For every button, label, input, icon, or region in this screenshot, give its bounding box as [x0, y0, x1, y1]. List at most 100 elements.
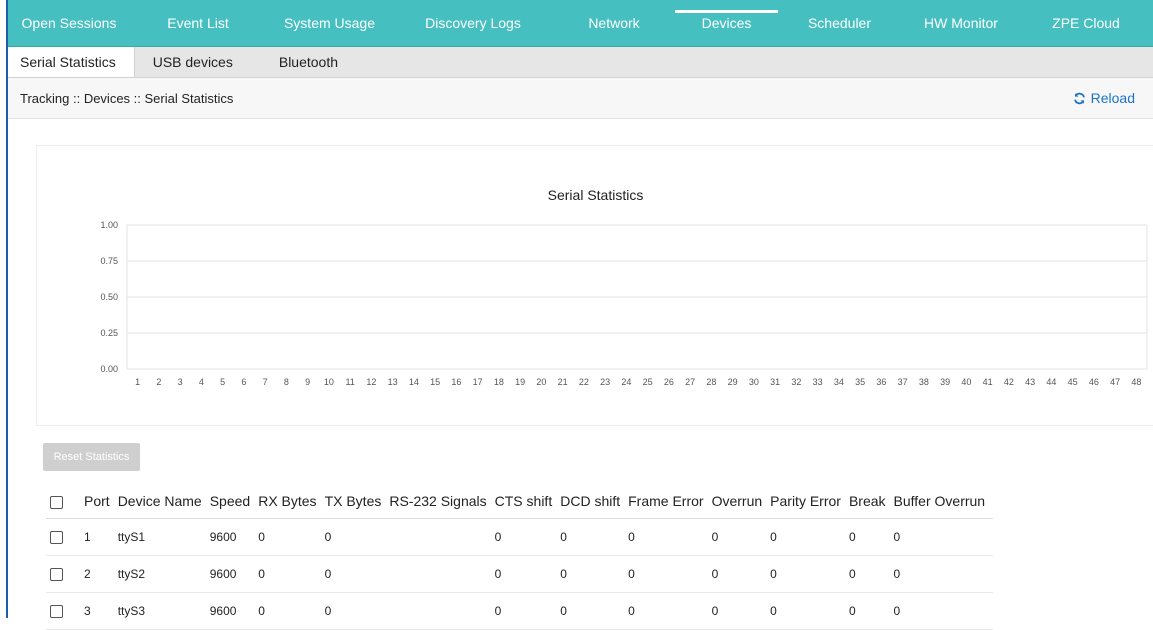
refresh-icon: [1073, 92, 1085, 104]
x-tick-label: 10: [324, 377, 334, 387]
x-tick-label: 18: [494, 377, 504, 387]
nav-tab-scheduler[interactable]: Scheduler: [778, 0, 901, 46]
table-cell: 0: [628, 592, 712, 630]
x-tick-label: 2: [156, 377, 161, 387]
reload-label: Reload: [1090, 90, 1135, 106]
select-all-checkbox[interactable]: [50, 495, 63, 509]
nav-tab-event-list[interactable]: Event List: [130, 0, 266, 46]
table-cell: 9600: [209, 555, 259, 593]
row-checkbox[interactable]: [50, 605, 63, 619]
x-tick-label: 5: [220, 377, 225, 387]
nav-tab-discovery-logs[interactable]: Discovery Logs: [393, 0, 553, 46]
column-header[interactable]: Buffer Overrun: [893, 484, 994, 519]
column-header[interactable]: Break: [848, 484, 894, 519]
nav-tab-system-usage[interactable]: System Usage: [266, 0, 393, 46]
x-tick-label: 27: [685, 377, 695, 387]
row-checkbox[interactable]: [50, 531, 63, 545]
table-cell: ttyS3: [117, 592, 210, 630]
table-cell: 0: [628, 555, 712, 593]
serial-stats-table: Port Device Name Speed RX Bytes TX Bytes RS-2…: [46, 484, 994, 630]
column-header[interactable]: DCD shift: [560, 484, 629, 519]
nav-tab-network[interactable]: Network: [553, 0, 675, 46]
x-tick-label: 40: [961, 377, 971, 387]
x-tick-label: 16: [451, 377, 461, 387]
column-header[interactable]: RS-232 Signals: [389, 484, 495, 519]
table-cell: 0: [258, 555, 325, 593]
x-tick-label: 33: [813, 377, 823, 387]
row-checkbox-cell: [46, 518, 84, 556]
table-cell: 0: [494, 555, 561, 593]
x-tick-label: 20: [536, 377, 546, 387]
x-tick-label: 13: [388, 377, 398, 387]
table-cell: 0: [711, 555, 771, 593]
column-header[interactable]: Frame Error: [628, 484, 712, 519]
table-cell: 0: [893, 592, 994, 630]
table-cell: 0: [770, 518, 849, 556]
x-tick-label: 3: [178, 377, 183, 387]
column-header[interactable]: Port: [84, 484, 118, 519]
nav-tab-open-sessions[interactable]: Open Sessions: [8, 0, 130, 46]
table-row[interactable]: 1 ttyS1 9600 0 0 0 0 0 0 0 0 0: [46, 518, 994, 556]
table-row[interactable]: 2 ttyS2 9600 0 0 0 0 0 0 0 0 0: [46, 555, 994, 593]
subtab-usb-devices[interactable]: USB devices: [135, 47, 261, 77]
subtab-serial-statistics[interactable]: Serial Statistics: [8, 47, 135, 77]
y-tick-label: 0.25: [100, 328, 118, 338]
x-tick-label: 35: [855, 377, 865, 387]
column-header[interactable]: CTS shift: [494, 484, 561, 519]
table-cell: 0: [560, 555, 629, 593]
row-checkbox-cell: [46, 592, 84, 630]
breadcrumb-bar: Tracking :: Devices :: Serial Statistics…: [8, 78, 1153, 119]
top-navigation: Open Sessions Event List System Usage Di…: [8, 0, 1153, 47]
x-tick-label: 30: [749, 377, 759, 387]
x-tick-label: 7: [263, 377, 268, 387]
x-tick-label: 28: [706, 377, 716, 387]
x-tick-label: 43: [1025, 377, 1035, 387]
table-cell: 0: [770, 555, 849, 593]
x-tick-label: 31: [770, 377, 780, 387]
x-tick-label: 23: [600, 377, 610, 387]
table-cell: 9600: [209, 592, 259, 630]
table-cell: [389, 518, 495, 556]
table-cell: 3: [84, 592, 118, 630]
table-cell: 0: [893, 518, 994, 556]
x-tick-label: 44: [1046, 377, 1056, 387]
y-tick-label: 1.00: [100, 220, 118, 230]
table-cell: 0: [770, 592, 849, 630]
column-header[interactable]: TX Bytes: [324, 484, 390, 519]
column-header[interactable]: Device Name: [117, 484, 210, 519]
column-header[interactable]: Overrun: [711, 484, 771, 519]
x-tick-label: 12: [366, 377, 376, 387]
table-cell: ttyS2: [117, 555, 210, 593]
row-checkbox[interactable]: [50, 568, 63, 582]
app-window: Open Sessions Event List System Usage Di…: [8, 0, 1153, 630]
x-tick-label: 24: [621, 377, 631, 387]
x-tick-label: 48: [1131, 377, 1141, 387]
x-tick-label: 29: [728, 377, 738, 387]
nav-tab-devices[interactable]: Devices: [675, 0, 778, 46]
table-cell: ttyS1: [117, 518, 210, 556]
x-tick-label: 34: [834, 377, 844, 387]
table-row[interactable]: 3 ttyS3 9600 0 0 0 0 0 0 0 0 0: [46, 592, 994, 630]
x-tick-label: 41: [983, 377, 993, 387]
column-header[interactable]: RX Bytes: [258, 484, 325, 519]
left-window-edge: [0, 0, 8, 618]
column-header[interactable]: Parity Error: [770, 484, 849, 519]
y-tick-label: 0.75: [100, 256, 118, 266]
table-cell: 0: [848, 555, 894, 593]
subtab-bluetooth[interactable]: Bluetooth: [261, 47, 356, 77]
nav-tab-zpe-cloud[interactable]: ZPE Cloud: [1021, 0, 1151, 46]
x-tick-label: 22: [579, 377, 589, 387]
nav-tab-hw-monitor[interactable]: HW Monitor: [901, 0, 1021, 46]
x-tick-label: 26: [664, 377, 674, 387]
x-tick-label: 39: [940, 377, 950, 387]
x-tick-label: 6: [241, 377, 246, 387]
x-tick-label: 19: [515, 377, 525, 387]
column-header[interactable]: Speed: [209, 484, 259, 519]
table-cell: 0: [324, 518, 390, 556]
x-tick-label: 21: [558, 377, 568, 387]
reset-statistics-button[interactable]: Reset Statistics: [43, 443, 140, 471]
table-cell: 0: [711, 518, 771, 556]
reload-link[interactable]: Reload: [1073, 90, 1135, 106]
table-cell: 0: [848, 518, 894, 556]
table-cell: 0: [258, 592, 325, 630]
